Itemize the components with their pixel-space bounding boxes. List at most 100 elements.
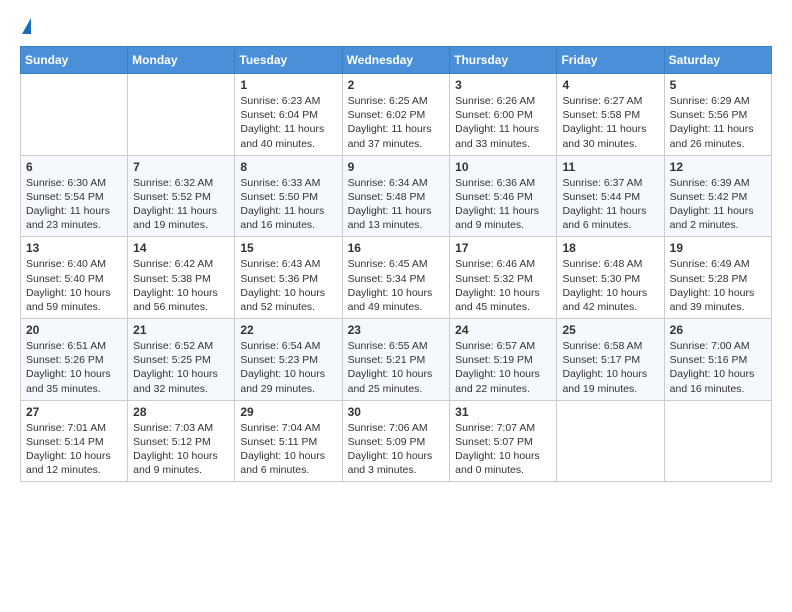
day-info: Sunrise: 6:34 AMSunset: 5:48 PMDaylight:… xyxy=(348,177,432,232)
day-number: 24 xyxy=(455,323,551,337)
calendar-cell: 15 Sunrise: 6:43 AMSunset: 5:36 PMDayligh… xyxy=(235,237,342,319)
day-info: Sunrise: 7:04 AMSunset: 5:11 PMDaylight:… xyxy=(240,422,325,477)
dow-header-friday: Friday xyxy=(557,47,664,74)
day-number: 10 xyxy=(455,160,551,174)
calendar-cell: 2 Sunrise: 6:25 AMSunset: 6:02 PMDaylight… xyxy=(342,74,450,156)
day-number: 12 xyxy=(670,160,766,174)
day-info: Sunrise: 6:25 AMSunset: 6:02 PMDaylight:… xyxy=(348,95,432,150)
day-info: Sunrise: 6:29 AMSunset: 5:56 PMDaylight:… xyxy=(670,95,754,150)
calendar-cell: 22 Sunrise: 6:54 AMSunset: 5:23 PMDayligh… xyxy=(235,319,342,401)
day-info: Sunrise: 6:46 AMSunset: 5:32 PMDaylight:… xyxy=(455,258,540,313)
day-info: Sunrise: 6:40 AMSunset: 5:40 PMDaylight:… xyxy=(26,258,111,313)
calendar-cell: 4 Sunrise: 6:27 AMSunset: 5:58 PMDaylight… xyxy=(557,74,664,156)
calendar-cell: 18 Sunrise: 6:48 AMSunset: 5:30 PMDayligh… xyxy=(557,237,664,319)
day-info: Sunrise: 6:49 AMSunset: 5:28 PMDaylight:… xyxy=(670,258,755,313)
dow-header-tuesday: Tuesday xyxy=(235,47,342,74)
day-number: 18 xyxy=(562,241,658,255)
day-number: 25 xyxy=(562,323,658,337)
day-info: Sunrise: 6:48 AMSunset: 5:30 PMDaylight:… xyxy=(562,258,647,313)
day-number: 19 xyxy=(670,241,766,255)
day-info: Sunrise: 6:52 AMSunset: 5:25 PMDaylight:… xyxy=(133,340,218,395)
week-row-1: 1Sunrise: 6:23 AMSunset: 6:04 PMDaylight… xyxy=(21,74,772,156)
day-number: 9 xyxy=(348,160,445,174)
day-info: Sunrise: 6:23 AMSunset: 6:04 PMDaylight:… xyxy=(240,95,324,150)
day-info: Sunrise: 6:27 AMSunset: 5:58 PMDaylight:… xyxy=(562,95,646,150)
day-info: Sunrise: 7:06 AMSunset: 5:09 PMDaylight:… xyxy=(348,422,433,477)
day-info: Sunrise: 6:26 AMSunset: 6:00 PMDaylight:… xyxy=(455,95,539,150)
day-info: Sunrise: 6:36 AMSunset: 5:46 PMDaylight:… xyxy=(455,177,539,232)
day-info: Sunrise: 6:58 AMSunset: 5:17 PMDaylight:… xyxy=(562,340,647,395)
day-info: Sunrise: 7:01 AMSunset: 5:14 PMDaylight:… xyxy=(26,422,111,477)
calendar-cell: 7Sunrise: 6:32 AMSunset: 5:52 PMDaylight… xyxy=(128,155,235,237)
calendar-cell: 11 Sunrise: 6:37 AMSunset: 5:44 PMDayligh… xyxy=(557,155,664,237)
day-info: Sunrise: 6:30 AMSunset: 5:54 PMDaylight:… xyxy=(26,177,110,232)
day-info: Sunrise: 6:43 AMSunset: 5:36 PMDaylight:… xyxy=(240,258,325,313)
day-number: 13 xyxy=(26,241,122,255)
calendar-cell xyxy=(128,74,235,156)
calendar-cell: 3Sunrise: 6:26 AMSunset: 6:00 PMDaylight… xyxy=(450,74,557,156)
calendar-cell: 24Sunrise: 6:57 AMSunset: 5:19 PMDayligh… xyxy=(450,319,557,401)
day-number: 11 xyxy=(562,160,658,174)
week-row-2: 6Sunrise: 6:30 AMSunset: 5:54 PMDaylight… xyxy=(21,155,772,237)
calendar-cell: 9 Sunrise: 6:34 AMSunset: 5:48 PMDaylight… xyxy=(342,155,450,237)
day-info: Sunrise: 6:33 AMSunset: 5:50 PMDaylight:… xyxy=(240,177,324,232)
calendar-cell: 27 Sunrise: 7:01 AMSunset: 5:14 PMDayligh… xyxy=(21,400,128,482)
calendar-cell: 28 Sunrise: 7:03 AMSunset: 5:12 PMDayligh… xyxy=(128,400,235,482)
calendar-cell: 23 Sunrise: 6:55 AMSunset: 5:21 PMDayligh… xyxy=(342,319,450,401)
day-info: Sunrise: 6:45 AMSunset: 5:34 PMDaylight:… xyxy=(348,258,433,313)
day-number: 2 xyxy=(348,78,445,92)
day-number: 4 xyxy=(562,78,658,92)
day-number: 28 xyxy=(133,405,229,419)
calendar-cell: 25 Sunrise: 6:58 AMSunset: 5:17 PMDayligh… xyxy=(557,319,664,401)
day-info: Sunrise: 7:03 AMSunset: 5:12 PMDaylight:… xyxy=(133,422,218,477)
day-number: 20 xyxy=(26,323,122,337)
calendar-cell: 12 Sunrise: 6:39 AMSunset: 5:42 PMDayligh… xyxy=(664,155,771,237)
week-row-5: 27 Sunrise: 7:01 AMSunset: 5:14 PMDayligh… xyxy=(21,400,772,482)
day-of-week-row: SundayMondayTuesdayWednesdayThursdayFrid… xyxy=(21,47,772,74)
calendar-cell: 19 Sunrise: 6:49 AMSunset: 5:28 PMDayligh… xyxy=(664,237,771,319)
day-info: Sunrise: 6:54 AMSunset: 5:23 PMDaylight:… xyxy=(240,340,325,395)
day-number: 27 xyxy=(26,405,122,419)
calendar-cell: 16Sunrise: 6:45 AMSunset: 5:34 PMDayligh… xyxy=(342,237,450,319)
page: SundayMondayTuesdayWednesdayThursdayFrid… xyxy=(0,0,792,492)
calendar-cell: 10 Sunrise: 6:36 AMSunset: 5:46 PMDayligh… xyxy=(450,155,557,237)
day-info: Sunrise: 7:00 AMSunset: 5:16 PMDaylight:… xyxy=(670,340,755,395)
day-number: 5 xyxy=(670,78,766,92)
dow-header-sunday: Sunday xyxy=(21,47,128,74)
day-info: Sunrise: 6:37 AMSunset: 5:44 PMDaylight:… xyxy=(562,177,646,232)
day-number: 15 xyxy=(240,241,336,255)
logo xyxy=(20,18,31,34)
calendar-cell: 8 Sunrise: 6:33 AMSunset: 5:50 PMDaylight… xyxy=(235,155,342,237)
week-row-4: 20 Sunrise: 6:51 AMSunset: 5:26 PMDayligh… xyxy=(21,319,772,401)
calendar-body: 1Sunrise: 6:23 AMSunset: 6:04 PMDaylight… xyxy=(21,74,772,482)
day-number: 22 xyxy=(240,323,336,337)
dow-header-saturday: Saturday xyxy=(664,47,771,74)
dow-header-wednesday: Wednesday xyxy=(342,47,450,74)
day-number: 29 xyxy=(240,405,336,419)
day-number: 23 xyxy=(348,323,445,337)
calendar-cell xyxy=(664,400,771,482)
day-number: 26 xyxy=(670,323,766,337)
day-info: Sunrise: 6:39 AMSunset: 5:42 PMDaylight:… xyxy=(670,177,754,232)
calendar-cell: 13 Sunrise: 6:40 AMSunset: 5:40 PMDayligh… xyxy=(21,237,128,319)
day-info: Sunrise: 6:42 AMSunset: 5:38 PMDaylight:… xyxy=(133,258,218,313)
day-number: 17 xyxy=(455,241,551,255)
calendar-cell: 6Sunrise: 6:30 AMSunset: 5:54 PMDaylight… xyxy=(21,155,128,237)
calendar-cell: 14 Sunrise: 6:42 AMSunset: 5:38 PMDayligh… xyxy=(128,237,235,319)
calendar-cell: 30 Sunrise: 7:06 AMSunset: 5:09 PMDayligh… xyxy=(342,400,450,482)
day-info: Sunrise: 6:32 AMSunset: 5:52 PMDaylight:… xyxy=(133,177,217,232)
calendar-table: SundayMondayTuesdayWednesdayThursdayFrid… xyxy=(20,46,772,482)
day-info: Sunrise: 6:51 AMSunset: 5:26 PMDaylight:… xyxy=(26,340,111,395)
day-number: 21 xyxy=(133,323,229,337)
logo-triangle-icon xyxy=(22,18,31,34)
day-info: Sunrise: 6:55 AMSunset: 5:21 PMDaylight:… xyxy=(348,340,433,395)
calendar-cell xyxy=(21,74,128,156)
calendar-cell: 31Sunrise: 7:07 AMSunset: 5:07 PMDayligh… xyxy=(450,400,557,482)
day-number: 14 xyxy=(133,241,229,255)
day-number: 30 xyxy=(348,405,445,419)
calendar-cell: 17 Sunrise: 6:46 AMSunset: 5:32 PMDayligh… xyxy=(450,237,557,319)
day-number: 31 xyxy=(455,405,551,419)
calendar-cell: 5 Sunrise: 6:29 AMSunset: 5:56 PMDaylight… xyxy=(664,74,771,156)
day-number: 8 xyxy=(240,160,336,174)
week-row-3: 13 Sunrise: 6:40 AMSunset: 5:40 PMDayligh… xyxy=(21,237,772,319)
